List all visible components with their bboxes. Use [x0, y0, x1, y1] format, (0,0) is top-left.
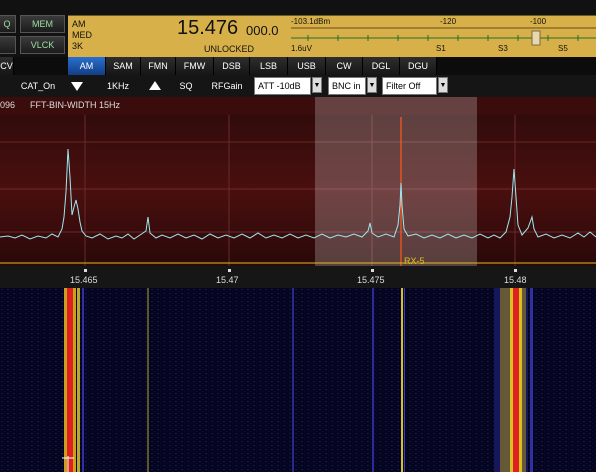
attenuator-dropdown-arrow[interactable]: ▼: [312, 77, 322, 93]
mode-dgu-button[interactable]: DGU: [400, 57, 437, 75]
cat-label: CAT_On: [20, 81, 56, 91]
input-select-value: BNC in: [332, 81, 361, 91]
input-select[interactable]: BNC in: [328, 77, 366, 95]
vlck-button[interactable]: VLCK: [20, 36, 65, 54]
partial-button-left-1-label: Q: [3, 19, 11, 29]
mode-dgu-label: DGU: [408, 61, 428, 71]
spectrum-trace: [0, 148, 596, 240]
mode-sam-button[interactable]: SAM: [106, 57, 141, 75]
scale-label-15465: 15.465: [70, 275, 98, 285]
mode-fmn-label: FMN: [148, 61, 168, 71]
attenuator-value: ATT -10dB: [258, 81, 301, 91]
step-size-label: 1KHz: [106, 81, 129, 91]
mode-dsb-button[interactable]: DSB: [214, 57, 250, 75]
mem-label: MEM: [32, 19, 53, 29]
mode-dgl-button[interactable]: DGL: [363, 57, 400, 75]
passband-highlight[interactable]: [315, 97, 477, 266]
mode-cw-label: CW: [336, 61, 352, 71]
mode-fmw-button[interactable]: FMW: [176, 57, 214, 75]
squelch-label: SQ: [179, 81, 193, 91]
input-dropdown-arrow[interactable]: ▼: [367, 77, 377, 93]
partial-mode-label: CV: [0, 61, 13, 71]
mode-sam-label: SAM: [113, 61, 133, 71]
step-size-display: 1KHz: [100, 77, 136, 95]
mode-usb-label: USB: [297, 61, 316, 71]
step-up-button[interactable]: [146, 77, 164, 95]
mode-fmn-button[interactable]: FMN: [141, 57, 176, 75]
mode-lsb-label: LSB: [259, 61, 277, 71]
squelch-button[interactable]: SQ: [172, 77, 200, 95]
rfgain-label: RFGain: [211, 81, 243, 91]
mode-row: CV AM SAM FMN FMW DSB LSB USB CW DGL DGU: [0, 57, 596, 75]
control-row: CAT_On 1KHz SQ RFGain ATT -10dB ▼ BNC in…: [0, 75, 596, 97]
triangle-down-icon: [71, 82, 83, 91]
spectrum-graph: [0, 97, 596, 266]
scale-label-1547: 15.47: [216, 275, 239, 285]
mode-am-button[interactable]: AM: [68, 57, 106, 75]
attenuator-select[interactable]: ATT -10dB: [254, 77, 311, 95]
partial-mode-button[interactable]: CV: [0, 57, 14, 75]
mode-lsb-button[interactable]: LSB: [250, 57, 288, 75]
triangle-up-icon: [149, 81, 161, 90]
filter-select[interactable]: Filter Off: [382, 77, 437, 95]
partial-button-left-2[interactable]: [0, 36, 16, 54]
frequency-display-panel: AM MED 3K 15.476 000.0 UNLOCKED -103.1dB…: [68, 16, 596, 57]
mode-dsb-label: DSB: [222, 61, 241, 71]
rfgain-button[interactable]: RFGain: [206, 77, 248, 95]
step-down-button[interactable]: [68, 77, 86, 95]
mem-button[interactable]: MEM: [20, 15, 65, 33]
mode-fmw-label: FMW: [183, 61, 206, 71]
vlck-label: VLCK: [30, 40, 55, 50]
filter-select-value: Filter Off: [386, 81, 421, 91]
mode-am-label: AM: [79, 61, 94, 71]
mode-cw-button[interactable]: CW: [326, 57, 363, 75]
partial-button-left-1[interactable]: Q: [0, 15, 16, 33]
waterfall-graphic: [0, 288, 596, 472]
rx-marker-label: RX-5: [404, 256, 425, 266]
mode-dgl-label: DGL: [371, 61, 391, 71]
cat-button[interactable]: CAT_On: [14, 77, 62, 95]
scale-label-1548: 15.48: [504, 275, 527, 285]
s-meter-graphic: [291, 27, 596, 46]
scale-label-15475: 15.475: [357, 275, 385, 285]
filter-dropdown-arrow[interactable]: ▼: [438, 77, 448, 93]
mode-usb-button[interactable]: USB: [288, 57, 326, 75]
